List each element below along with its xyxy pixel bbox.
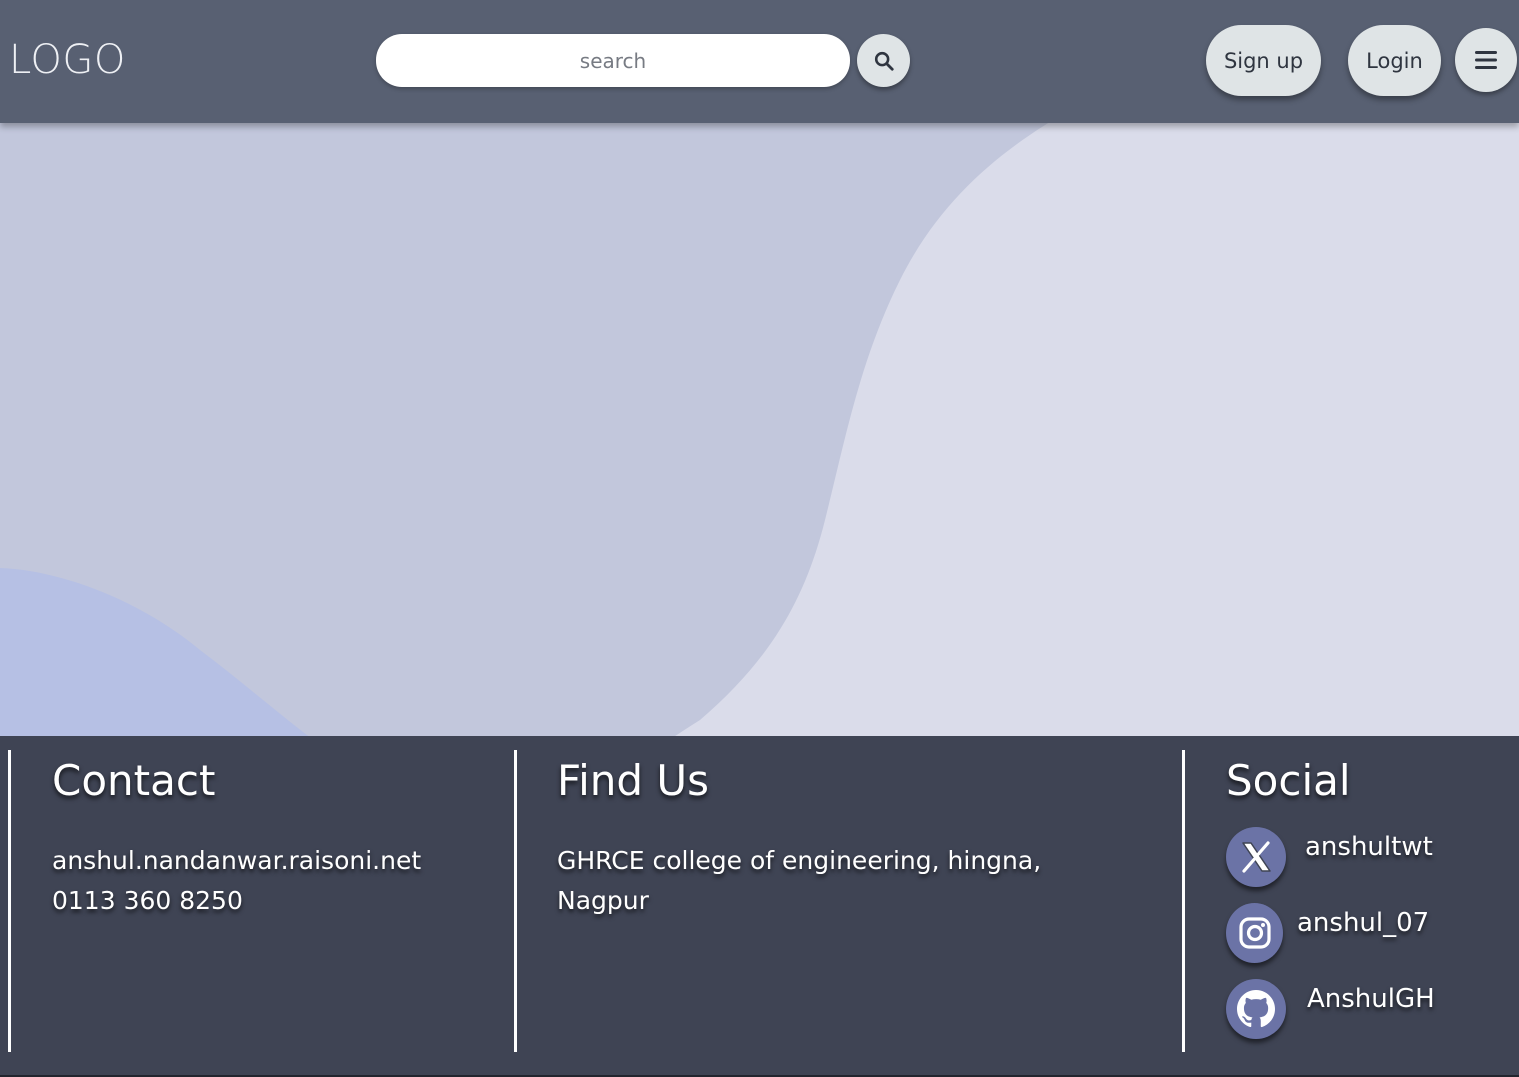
instagram-icon [1238, 917, 1271, 949]
signup-button[interactable]: Sign up [1206, 25, 1321, 96]
login-button[interactable]: Login [1348, 25, 1441, 96]
logo[interactable]: LOGO [9, 36, 126, 84]
footer-divider-left [8, 750, 11, 1052]
address-line-2: Nagpur [557, 886, 649, 915]
contact-email: anshul.nandanwar.raisoni.net [52, 846, 422, 875]
social-heading: Social [1226, 756, 1351, 805]
footer-divider-middle [514, 750, 517, 1052]
contact-heading: Contact [52, 756, 216, 805]
address-line-1: GHRCE college of engineering, hingna, [557, 846, 1042, 875]
hamburger-menu-icon [1475, 51, 1497, 69]
github-link-button[interactable] [1226, 979, 1286, 1039]
x-twitter-icon [1242, 841, 1271, 873]
github-handle[interactable]: AnshulGH [1307, 982, 1435, 1016]
search-icon [874, 51, 894, 71]
twitter-link-button[interactable] [1226, 827, 1286, 887]
top-navbar: LOGO Sign up Login [0, 0, 1519, 123]
contact-phone: 0113 360 8250 [52, 886, 243, 915]
menu-button[interactable] [1455, 28, 1517, 92]
instagram-handle[interactable]: anshul_07 [1297, 906, 1429, 940]
find-us-heading: Find Us [557, 756, 710, 805]
instagram-link-button[interactable] [1226, 903, 1283, 963]
search-input[interactable] [376, 34, 850, 87]
search-button[interactable] [857, 34, 910, 87]
footer-divider-right [1182, 750, 1185, 1052]
twitter-handle[interactable]: anshultwt [1305, 830, 1433, 864]
github-icon [1237, 990, 1275, 1028]
footer: Contact anshul.nandanwar.raisoni.net 011… [0, 736, 1519, 1077]
